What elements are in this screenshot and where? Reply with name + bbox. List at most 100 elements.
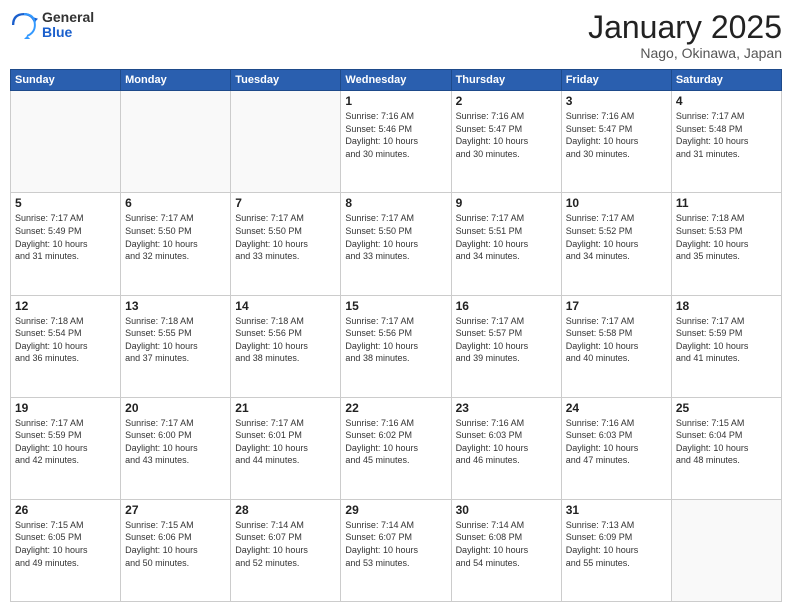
day-number: 11 bbox=[676, 196, 777, 210]
day-info: Sunrise: 7:17 AM Sunset: 5:59 PM Dayligh… bbox=[15, 417, 116, 467]
table-row: 5 Sunrise: 7:17 AM Sunset: 5:49 PM Daylig… bbox=[11, 193, 121, 295]
table-row: 9Sunrise: 7:17 AM Sunset: 5:51 PM Daylig… bbox=[451, 193, 561, 295]
day-number: 25 bbox=[676, 401, 777, 415]
day-number: 26 bbox=[15, 503, 116, 517]
day-number: 31 bbox=[566, 503, 667, 517]
table-row bbox=[121, 91, 231, 193]
table-row: 3Sunrise: 7:16 AM Sunset: 5:47 PM Daylig… bbox=[561, 91, 671, 193]
day-number: 19 bbox=[15, 401, 116, 415]
day-info: Sunrise: 7:17 AM Sunset: 5:59 PM Dayligh… bbox=[676, 315, 777, 365]
day-info: Sunrise: 7:17 AM Sunset: 5:52 PM Dayligh… bbox=[566, 212, 667, 262]
day-number: 15 bbox=[345, 299, 446, 313]
header-sunday: Sunday bbox=[11, 70, 121, 91]
day-info: Sunrise: 7:17 AM Sunset: 5:50 PM Dayligh… bbox=[125, 212, 226, 262]
day-number: 27 bbox=[125, 503, 226, 517]
day-info: Sunrise: 7:17 AM Sunset: 6:01 PM Dayligh… bbox=[235, 417, 336, 467]
day-number: 12 bbox=[15, 299, 116, 313]
header-friday: Friday bbox=[561, 70, 671, 91]
day-info: Sunrise: 7:14 AM Sunset: 6:07 PM Dayligh… bbox=[235, 519, 336, 569]
day-info: Sunrise: 7:18 AM Sunset: 5:53 PM Dayligh… bbox=[676, 212, 777, 262]
table-row: 14Sunrise: 7:18 AM Sunset: 5:56 PM Dayli… bbox=[231, 295, 341, 397]
day-number: 7 bbox=[235, 196, 336, 210]
table-row: 29 Sunrise: 7:14 AM Sunset: 6:07 PM Dayli… bbox=[341, 499, 451, 601]
day-info: Sunrise: 7:14 AM Sunset: 6:07 PM Dayligh… bbox=[345, 519, 446, 569]
day-number: 5 bbox=[15, 196, 116, 210]
table-row: 21 Sunrise: 7:17 AM Sunset: 6:01 PM Dayli… bbox=[231, 397, 341, 499]
table-row: 2Sunrise: 7:16 AM Sunset: 5:47 PM Daylig… bbox=[451, 91, 561, 193]
day-number: 18 bbox=[676, 299, 777, 313]
calendar-row: 5 Sunrise: 7:17 AM Sunset: 5:49 PM Daylig… bbox=[11, 193, 782, 295]
day-number: 3 bbox=[566, 94, 667, 108]
logo-blue-text: Blue bbox=[42, 25, 94, 40]
day-number: 28 bbox=[235, 503, 336, 517]
day-info: Sunrise: 7:17 AM Sunset: 5:57 PM Dayligh… bbox=[456, 315, 557, 365]
day-info: Sunrise: 7:16 AM Sunset: 6:03 PM Dayligh… bbox=[456, 417, 557, 467]
day-info: Sunrise: 7:15 AM Sunset: 6:05 PM Dayligh… bbox=[15, 519, 116, 569]
header-saturday: Saturday bbox=[671, 70, 781, 91]
day-info: Sunrise: 7:16 AM Sunset: 6:03 PM Dayligh… bbox=[566, 417, 667, 467]
header-tuesday: Tuesday bbox=[231, 70, 341, 91]
weekday-header-row: Sunday Monday Tuesday Wednesday Thursday… bbox=[11, 70, 782, 91]
day-number: 1 bbox=[345, 94, 446, 108]
table-row bbox=[231, 91, 341, 193]
logo-general-text: General bbox=[42, 10, 94, 25]
day-number: 6 bbox=[125, 196, 226, 210]
table-row: 7 Sunrise: 7:17 AM Sunset: 5:50 PM Daylig… bbox=[231, 193, 341, 295]
calendar-title: January 2025 bbox=[588, 10, 782, 45]
day-number: 23 bbox=[456, 401, 557, 415]
day-info: Sunrise: 7:18 AM Sunset: 5:56 PM Dayligh… bbox=[235, 315, 336, 365]
day-number: 17 bbox=[566, 299, 667, 313]
day-info: Sunrise: 7:18 AM Sunset: 5:55 PM Dayligh… bbox=[125, 315, 226, 365]
table-row: 1 Sunrise: 7:16 AM Sunset: 5:46 PM Daylig… bbox=[341, 91, 451, 193]
day-number: 22 bbox=[345, 401, 446, 415]
table-row: 8Sunrise: 7:17 AM Sunset: 5:50 PM Daylig… bbox=[341, 193, 451, 295]
table-row: 24 Sunrise: 7:16 AM Sunset: 6:03 PM Dayli… bbox=[561, 397, 671, 499]
header-wednesday: Wednesday bbox=[341, 70, 451, 91]
header-thursday: Thursday bbox=[451, 70, 561, 91]
day-number: 30 bbox=[456, 503, 557, 517]
table-row: 22 Sunrise: 7:16 AM Sunset: 6:02 PM Dayli… bbox=[341, 397, 451, 499]
table-row: 25Sunrise: 7:15 AM Sunset: 6:04 PM Dayli… bbox=[671, 397, 781, 499]
table-row: 12 Sunrise: 7:18 AM Sunset: 5:54 PM Dayli… bbox=[11, 295, 121, 397]
day-info: Sunrise: 7:15 AM Sunset: 6:06 PM Dayligh… bbox=[125, 519, 226, 569]
header: General Blue January 2025 Nago, Okinawa,… bbox=[10, 10, 782, 61]
table-row: 31 Sunrise: 7:13 AM Sunset: 6:09 PM Dayli… bbox=[561, 499, 671, 601]
table-row: 6 Sunrise: 7:17 AM Sunset: 5:50 PM Daylig… bbox=[121, 193, 231, 295]
table-row: 13Sunrise: 7:18 AM Sunset: 5:55 PM Dayli… bbox=[121, 295, 231, 397]
table-row: 10 Sunrise: 7:17 AM Sunset: 5:52 PM Dayli… bbox=[561, 193, 671, 295]
calendar-subtitle: Nago, Okinawa, Japan bbox=[588, 45, 782, 61]
day-info: Sunrise: 7:13 AM Sunset: 6:09 PM Dayligh… bbox=[566, 519, 667, 569]
table-row: 27 Sunrise: 7:15 AM Sunset: 6:06 PM Dayli… bbox=[121, 499, 231, 601]
day-number: 21 bbox=[235, 401, 336, 415]
day-info: Sunrise: 7:17 AM Sunset: 5:49 PM Dayligh… bbox=[15, 212, 116, 262]
table-row: 23 Sunrise: 7:16 AM Sunset: 6:03 PM Dayli… bbox=[451, 397, 561, 499]
day-number: 29 bbox=[345, 503, 446, 517]
day-info: Sunrise: 7:17 AM Sunset: 5:50 PM Dayligh… bbox=[235, 212, 336, 262]
day-number: 20 bbox=[125, 401, 226, 415]
day-info: Sunrise: 7:17 AM Sunset: 5:50 PM Dayligh… bbox=[345, 212, 446, 262]
day-info: Sunrise: 7:17 AM Sunset: 5:58 PM Dayligh… bbox=[566, 315, 667, 365]
day-info: Sunrise: 7:16 AM Sunset: 5:46 PM Dayligh… bbox=[345, 110, 446, 160]
logo-icon bbox=[10, 11, 38, 39]
day-number: 10 bbox=[566, 196, 667, 210]
day-number: 2 bbox=[456, 94, 557, 108]
day-info: Sunrise: 7:14 AM Sunset: 6:08 PM Dayligh… bbox=[456, 519, 557, 569]
day-info: Sunrise: 7:17 AM Sunset: 6:00 PM Dayligh… bbox=[125, 417, 226, 467]
day-info: Sunrise: 7:18 AM Sunset: 5:54 PM Dayligh… bbox=[15, 315, 116, 365]
day-number: 4 bbox=[676, 94, 777, 108]
table-row: 11 Sunrise: 7:18 AM Sunset: 5:53 PM Dayli… bbox=[671, 193, 781, 295]
day-number: 16 bbox=[456, 299, 557, 313]
table-row: 19 Sunrise: 7:17 AM Sunset: 5:59 PM Dayli… bbox=[11, 397, 121, 499]
table-row: 26 Sunrise: 7:15 AM Sunset: 6:05 PM Dayli… bbox=[11, 499, 121, 601]
table-row: 20 Sunrise: 7:17 AM Sunset: 6:00 PM Dayli… bbox=[121, 397, 231, 499]
calendar-row: 19 Sunrise: 7:17 AM Sunset: 5:59 PM Dayli… bbox=[11, 397, 782, 499]
day-info: Sunrise: 7:16 AM Sunset: 6:02 PM Dayligh… bbox=[345, 417, 446, 467]
calendar-table: Sunday Monday Tuesday Wednesday Thursday… bbox=[10, 69, 782, 602]
calendar-row: 1 Sunrise: 7:16 AM Sunset: 5:46 PM Daylig… bbox=[11, 91, 782, 193]
table-row: 30 Sunrise: 7:14 AM Sunset: 6:08 PM Dayli… bbox=[451, 499, 561, 601]
table-row bbox=[11, 91, 121, 193]
day-number: 24 bbox=[566, 401, 667, 415]
table-row bbox=[671, 499, 781, 601]
calendar-row: 12 Sunrise: 7:18 AM Sunset: 5:54 PM Dayli… bbox=[11, 295, 782, 397]
header-monday: Monday bbox=[121, 70, 231, 91]
